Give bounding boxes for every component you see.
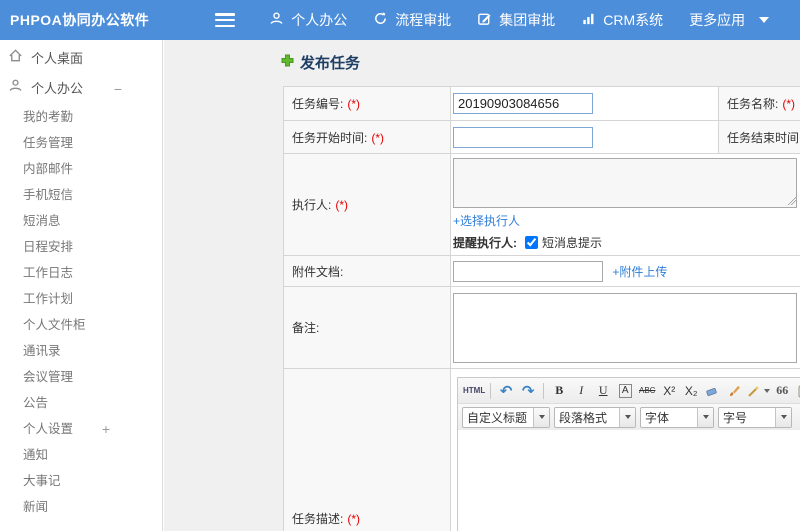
undo-icon[interactable]: ↶ bbox=[496, 381, 516, 401]
sidebar-item-partial[interactable] bbox=[0, 520, 162, 524]
sidebar-item-schedule[interactable]: 日程安排 bbox=[0, 234, 162, 260]
quick-format-icon[interactable] bbox=[747, 381, 771, 401]
nav-group-approval[interactable]: 集团审批 bbox=[477, 10, 555, 30]
italic-button[interactable]: I bbox=[571, 381, 591, 401]
rich-text-editor: HTML ↶ ↷ B I U A ABC X² X₂ 66 自定义标题 段落格式… bbox=[457, 377, 800, 531]
end-time-label-cell: 任务结束时间:(*) bbox=[718, 120, 800, 154]
task-name-label-cell: 任务名称: (*) bbox=[718, 86, 800, 121]
subscript-button[interactable]: X₂ bbox=[681, 381, 701, 401]
sidebar-item-internal-mail[interactable]: 内部邮件 bbox=[0, 156, 162, 182]
remark-textarea[interactable] bbox=[453, 292, 797, 363]
process-icon bbox=[373, 11, 395, 29]
blockquote-button[interactable]: 66 bbox=[772, 381, 792, 401]
sidebar-item-meeting-management[interactable]: 会议管理 bbox=[0, 364, 162, 390]
remark-label-cell: 备注: bbox=[283, 286, 451, 369]
page-title: 发布任务 bbox=[281, 52, 360, 73]
superscript-button[interactable]: X² bbox=[659, 381, 679, 401]
paste-plain-icon[interactable]: T bbox=[794, 381, 800, 401]
sidebar-item-short-message[interactable]: 短消息 bbox=[0, 208, 162, 234]
bold-button[interactable]: B bbox=[549, 381, 569, 401]
remove-format-icon[interactable] bbox=[703, 381, 723, 401]
sidebar-item-work-plan[interactable]: 工作计划 bbox=[0, 286, 162, 312]
expand-icon[interactable]: + bbox=[102, 416, 110, 442]
description-label-cell: 任务描述: (*) bbox=[283, 368, 451, 531]
caret-down-icon bbox=[533, 407, 549, 427]
editor-toolbar-row1: HTML ↶ ↷ B I U A ABC X² X₂ 66 bbox=[458, 378, 800, 404]
attachment-label-cell: 附件文档: bbox=[283, 255, 451, 287]
select-executor-link[interactable]: +选择执行人 bbox=[453, 214, 520, 228]
font-background-button[interactable]: A bbox=[615, 381, 635, 401]
required-mark: (*) bbox=[371, 130, 385, 145]
start-time-input[interactable] bbox=[453, 126, 593, 148]
sidebar-item-my-attendance[interactable]: 我的考勤 bbox=[0, 104, 162, 130]
user-icon bbox=[269, 11, 291, 29]
caret-down-icon bbox=[697, 407, 713, 427]
chart-icon bbox=[581, 11, 603, 29]
html-source-button[interactable]: HTML bbox=[463, 381, 485, 401]
caret-down-icon bbox=[619, 407, 635, 427]
nav-process-approval[interactable]: 流程审批 bbox=[373, 10, 451, 30]
sms-remind-checkbox[interactable] bbox=[525, 236, 538, 249]
custom-title-dropdown[interactable]: 自定义标题 bbox=[462, 406, 550, 428]
sidebar-item-notice[interactable]: 通知 bbox=[0, 442, 162, 468]
topbar: PHPOA协同办公软件 个人办公 流程审批 集团审批 CRM系统 更多应用 bbox=[0, 0, 800, 40]
attachment-input[interactable] bbox=[453, 260, 603, 282]
home-icon bbox=[8, 44, 31, 74]
sidebar: 个人桌面 个人办公 − 我的考勤 任务管理 内部邮件 手机短信 短消息 日程安排… bbox=[0, 40, 163, 531]
attachment-upload-link[interactable]: +附件上传 bbox=[612, 265, 667, 279]
main-content: 发布任务 任务编号:(*) 任务名称:(*) 任务开始时间:(*) bbox=[164, 40, 800, 531]
sidebar-item-news[interactable]: 新闻 bbox=[0, 494, 162, 520]
sms-remind-label: 短消息提示 bbox=[542, 236, 603, 250]
user-icon bbox=[8, 74, 31, 104]
paragraph-format-dropdown[interactable]: 段落格式 bbox=[554, 406, 636, 428]
add-icon bbox=[281, 54, 294, 72]
sidebar-item-sms[interactable]: 手机短信 bbox=[0, 182, 162, 208]
underline-button[interactable]: U bbox=[593, 381, 613, 401]
required-mark: (*) bbox=[347, 97, 361, 111]
nav-more-apps[interactable]: 更多应用 bbox=[689, 10, 770, 30]
remind-executor-label: 提醒执行人: bbox=[453, 236, 517, 250]
nav-personal-office[interactable]: 个人办公 bbox=[269, 10, 347, 30]
sidebar-item-memorabilia[interactable]: 大事记 bbox=[0, 468, 162, 494]
font-family-dropdown[interactable]: 字体 bbox=[640, 406, 714, 428]
collapse-icon[interactable]: − bbox=[114, 74, 122, 104]
executor-label-cell: 执行人: (*) bbox=[283, 153, 451, 256]
sidebar-item-personal-file-cabinet[interactable]: 个人文件柜 bbox=[0, 312, 162, 338]
app-title: PHPOA协同办公软件 bbox=[10, 12, 150, 28]
edit-icon bbox=[477, 11, 499, 29]
task-number-label-cell: 任务编号: (*) bbox=[283, 86, 451, 121]
topbar-nav: 个人办公 流程审批 集团审批 CRM系统 更多应用 bbox=[269, 10, 795, 30]
executor-textarea[interactable] bbox=[453, 158, 797, 208]
font-size-dropdown[interactable]: 字号 bbox=[718, 406, 792, 428]
menu-toggle-icon[interactable] bbox=[215, 13, 236, 27]
caret-down-icon bbox=[775, 407, 791, 427]
required-mark: (*) bbox=[782, 97, 796, 111]
publish-task-form: 任务编号:(*) 任务名称:(*) 任务开始时间:(*) 任务结束时间:(*) bbox=[283, 86, 800, 531]
sidebar-item-task-management[interactable]: 任务管理 bbox=[0, 130, 162, 156]
sidebar-item-personal-settings[interactable]: 个人设置 + bbox=[0, 416, 162, 442]
nav-crm-system[interactable]: CRM系统 bbox=[581, 10, 663, 30]
required-mark: (*) bbox=[347, 512, 361, 526]
caret-down-icon bbox=[759, 17, 770, 23]
sidebar-item-personal-desktop[interactable]: 个人桌面 bbox=[0, 44, 162, 74]
sidebar-item-contacts[interactable]: 通讯录 bbox=[0, 338, 162, 364]
format-brush-icon[interactable] bbox=[725, 381, 745, 401]
start-time-label-cell: 任务开始时间: (*) bbox=[283, 120, 451, 154]
sidebar-item-announcement[interactable]: 公告 bbox=[0, 390, 162, 416]
task-number-input[interactable] bbox=[453, 93, 593, 114]
editor-toolbar-row2: 自定义标题 段落格式 字体 字号 bbox=[458, 404, 800, 430]
redo-icon[interactable]: ↷ bbox=[518, 381, 538, 401]
sidebar-item-personal-office[interactable]: 个人办公 − bbox=[0, 74, 162, 104]
strikethrough-button[interactable]: ABC bbox=[637, 381, 657, 401]
sidebar-item-work-log[interactable]: 工作日志 bbox=[0, 260, 162, 286]
required-mark: (*) bbox=[335, 198, 349, 212]
editor-content-area[interactable] bbox=[458, 430, 800, 531]
